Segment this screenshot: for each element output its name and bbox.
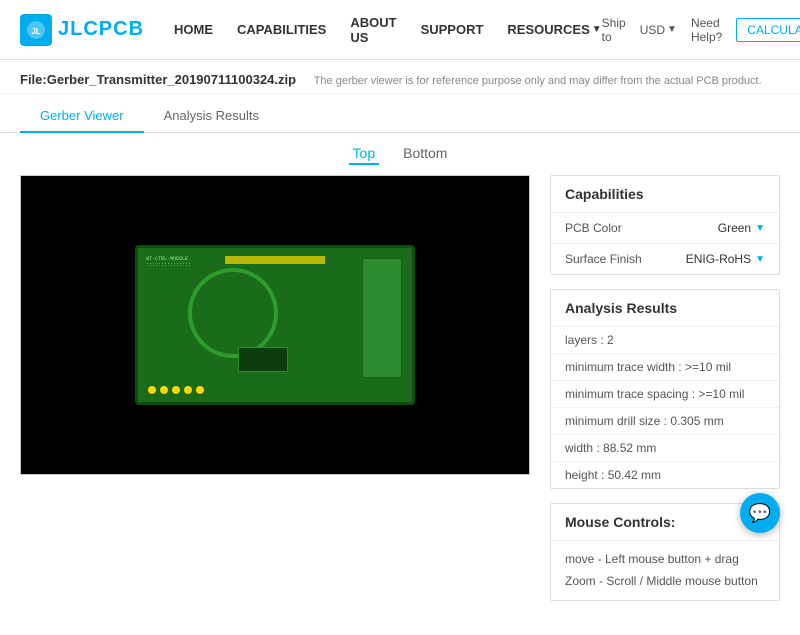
file-note: The gerber viewer is for reference purpo… [314,75,762,87]
analysis-item-4: width : 88.52 mm [551,435,779,462]
surface-finish-label: Surface Finish [565,252,642,266]
ship-to[interactable]: Ship to [602,16,626,44]
logo-icon: JL [20,14,52,46]
topbar-actions: CALCULATE 🛒 CART 1 | LOGIN | REGISTER [736,18,800,42]
pcb-viewer[interactable]: WT-CTRL-MODULE ::::::::::::::: [20,175,530,475]
surface-finish-value[interactable]: ENIG-RoHS ▼ [686,252,765,266]
analysis-item-3: minimum drill size : 0.305 mm [551,408,779,435]
nav-home[interactable]: HOME [174,18,213,41]
currency-selector[interactable]: USD ▼ [640,23,677,37]
analysis-title: Analysis Results [551,290,779,327]
pcb-dot [172,386,180,394]
view-toggle: Top Bottom [0,133,800,175]
analysis-item-0: layers : 2 [551,327,779,354]
view-top-button[interactable]: Top [349,143,380,165]
nav-about[interactable]: ABOUT US [350,11,396,49]
main-nav: HOME CAPABILITIES ABOUT US SUPPORT RESOU… [174,11,602,49]
pcb-color-label: PCB Color [565,221,622,235]
pcb-dot [196,386,204,394]
nav-capabilities[interactable]: CAPABILITIES [237,18,326,41]
surface-finish-row: Surface Finish ENIG-RoHS ▼ [551,244,779,274]
tab-gerber-viewer[interactable]: Gerber Viewer [20,100,144,133]
mouse-item-1: Zoom - Scroll / Middle mouse button [565,571,765,593]
pcb-header-strip [225,256,325,264]
pcb-color-value[interactable]: Green ▼ [718,221,765,235]
svg-text:JL: JL [31,27,40,36]
tab-row: Gerber Viewer Analysis Results [0,94,800,133]
pcb-color-row: PCB Color Green ▼ [551,213,779,244]
pcb-text-area: WT-CTRL-MODULE ::::::::::::::: [146,256,191,268]
topbar-right: Ship to USD ▼ Need Help? CALCULATE 🛒 CAR… [602,16,800,44]
topbar-left: JL JLCPCB HOME CAPABILITIES ABOUT US SUP… [20,11,602,49]
view-bottom-button[interactable]: Bottom [399,143,451,165]
pcb-circle [188,268,278,358]
analysis-item-2: minimum trace spacing : >=10 mil [551,381,779,408]
tab-analysis-results[interactable]: Analysis Results [144,100,279,133]
mouse-item-0: move - Left mouse button + drag [565,549,765,571]
main-content: WT-CTRL-MODULE ::::::::::::::: Capabilit… [0,175,800,635]
logo-text: JLCPCB [58,18,144,41]
chevron-down-icon: ▼ [755,254,765,265]
pcb-dot [184,386,192,394]
mouse-controls-content: move - Left mouse button + drag Zoom - S… [551,541,779,600]
capabilities-title: Capabilities [551,176,779,213]
analysis-item-1: minimum trace width : >=10 mil [551,354,779,381]
pcb-connector [362,258,402,378]
analysis-item-5: height : 50.42 mm [551,462,779,488]
need-help[interactable]: Need Help? [691,16,722,44]
nav-resources[interactable]: RESOURCES ▼ [507,18,601,41]
chevron-down-icon: ▼ [755,223,765,234]
nav-support[interactable]: SUPPORT [421,18,484,41]
pcb-chip [238,347,288,372]
pcb-board: WT-CTRL-MODULE ::::::::::::::: [135,245,415,405]
chat-button[interactable]: 💬 [740,493,780,533]
pcb-bottom-row [148,386,204,394]
chat-icon: 💬 [749,503,771,524]
pcb-dot [160,386,168,394]
pcb-dot [148,386,156,394]
calculate-button[interactable]: CALCULATE [736,18,800,42]
file-name: File:Gerber_Transmitter_20190711100324.z… [20,72,296,87]
chevron-down-icon: ▼ [667,24,677,35]
chevron-down-icon: ▼ [592,24,602,35]
analysis-panel: Analysis Results layers : 2 minimum trac… [550,289,780,489]
logo[interactable]: JL JLCPCB [20,14,144,46]
topbar: JL JLCPCB HOME CAPABILITIES ABOUT US SUP… [0,0,800,60]
file-bar: File:Gerber_Transmitter_20190711100324.z… [0,60,800,94]
capabilities-panel: Capabilities PCB Color Green ▼ Surface F… [550,175,780,275]
side-panel: Capabilities PCB Color Green ▼ Surface F… [530,175,780,615]
